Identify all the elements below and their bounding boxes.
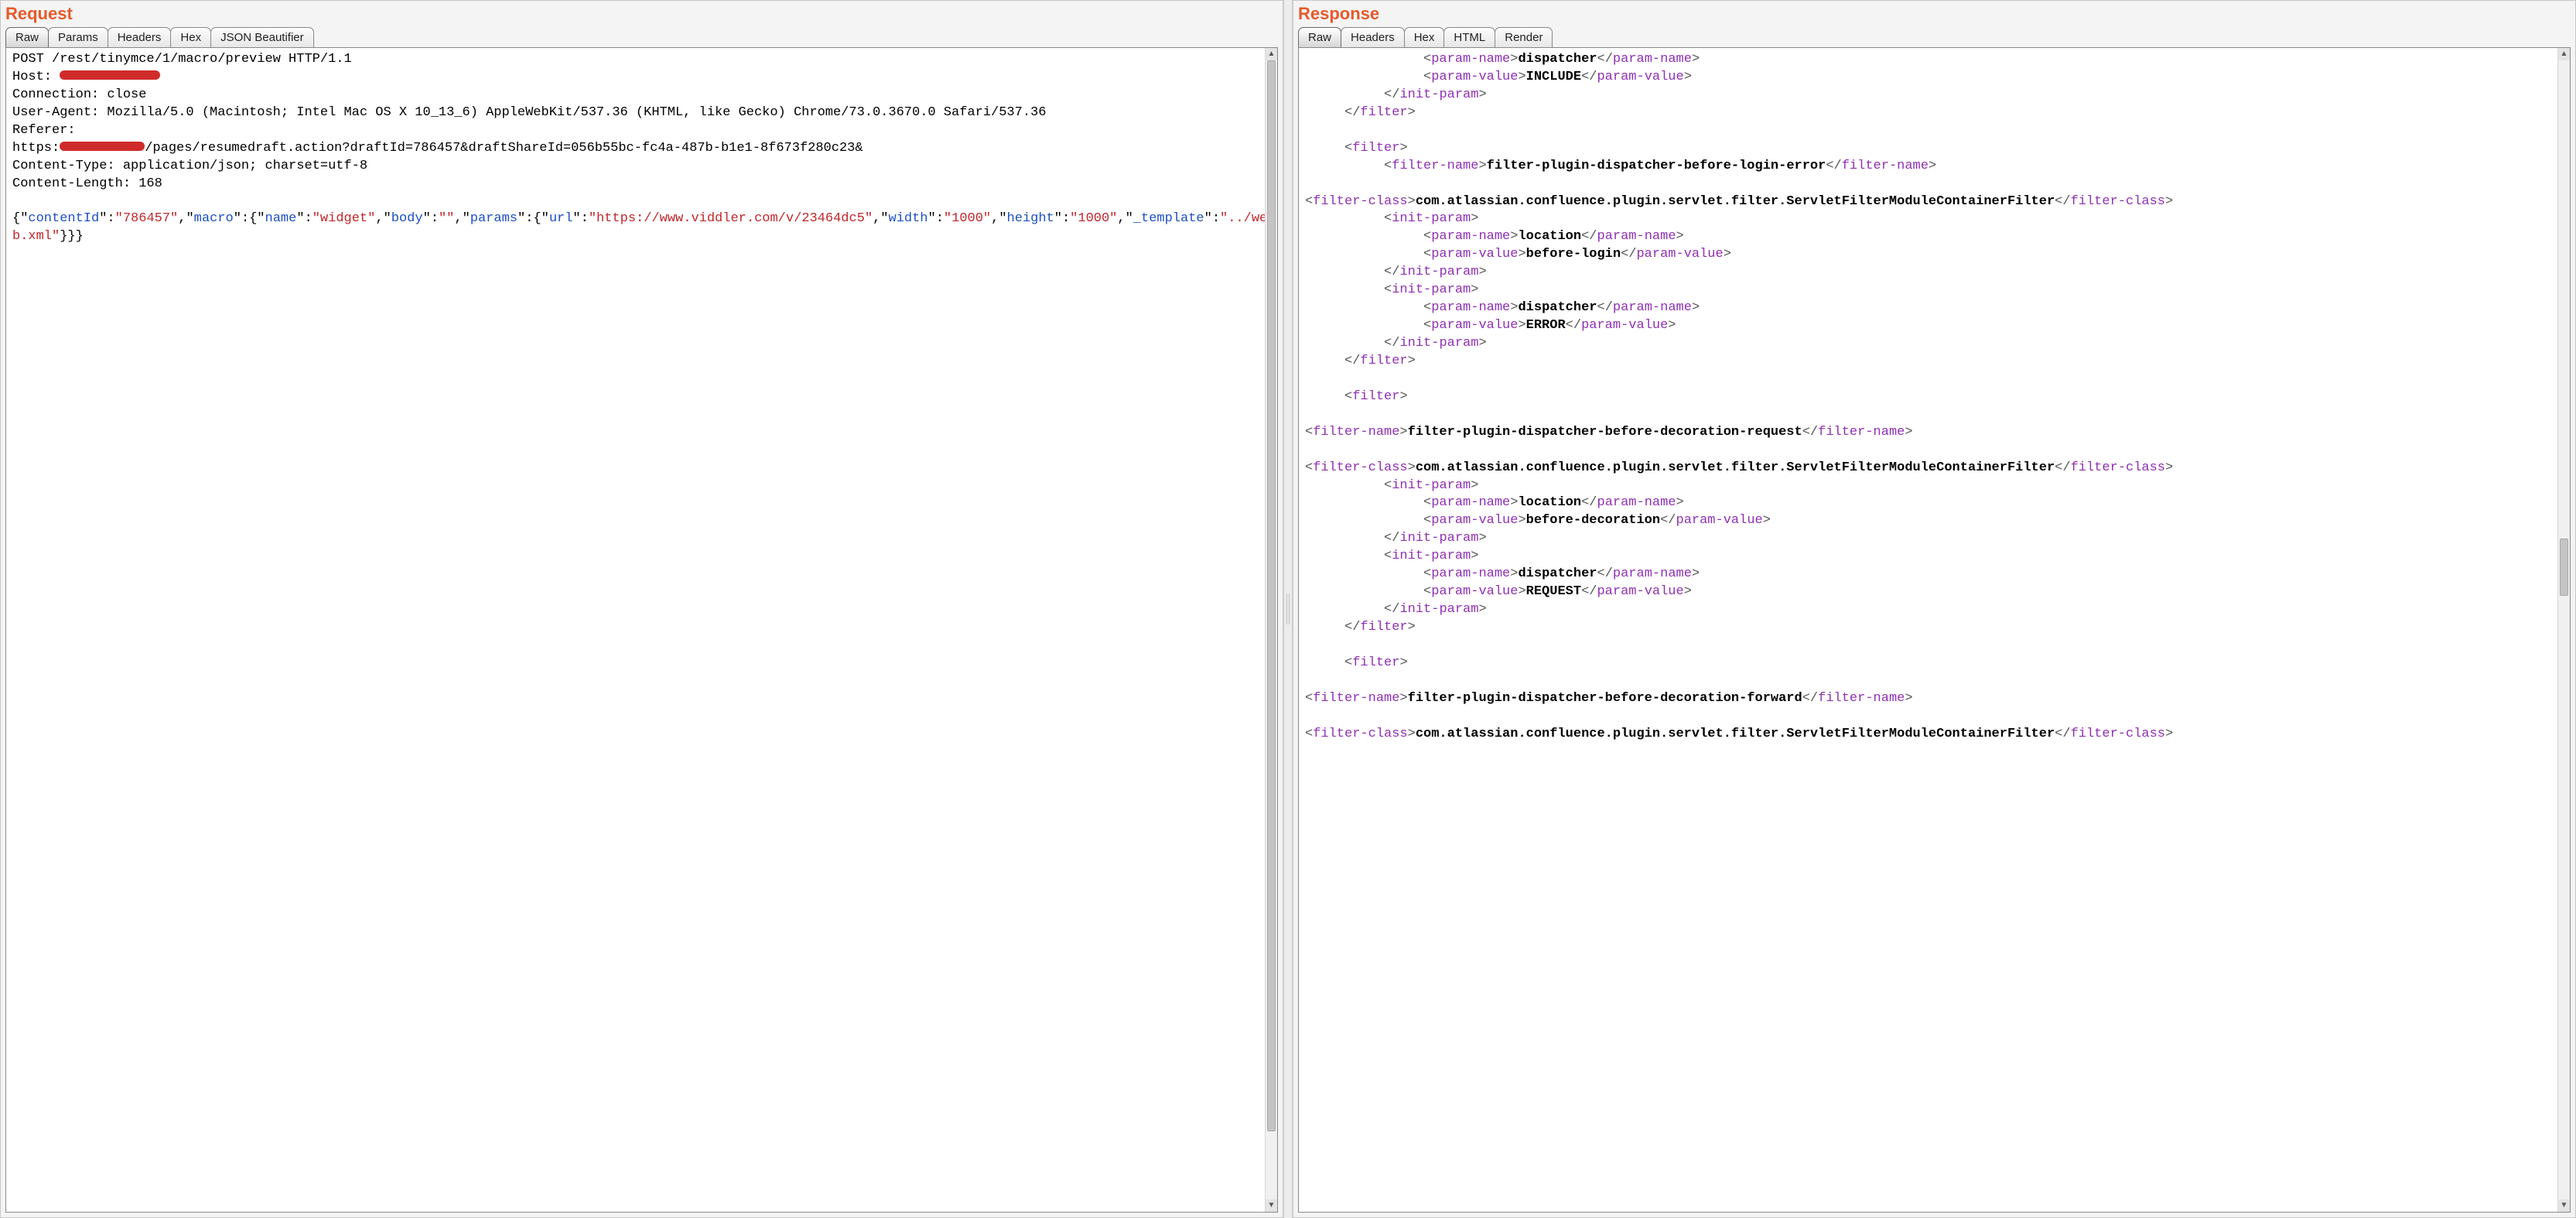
- response-scrollbar[interactable]: ▲ ▼: [2557, 48, 2570, 1212]
- scroll-down-arrow-icon[interactable]: ▼: [1266, 1199, 1277, 1212]
- response-tab-html[interactable]: HTML: [1443, 27, 1495, 47]
- split-container: Request Raw Params Headers Hex JSON Beau…: [0, 0, 2576, 1218]
- request-raw-text[interactable]: POST /rest/tinymce/1/macro/preview HTTP/…: [6, 48, 1277, 249]
- redacted-host: [60, 70, 160, 80]
- redacted-referer-host: [60, 142, 145, 151]
- response-panel: Response Raw Headers Hex HTML Render <pa…: [1293, 0, 2576, 1218]
- request-tab-headers[interactable]: Headers: [108, 27, 172, 47]
- response-content[interactable]: <param-name>dispatcher</param-name> <par…: [1298, 47, 2571, 1213]
- request-panel: Request Raw Params Headers Hex JSON Beau…: [0, 0, 1283, 1218]
- scroll-up-arrow-icon[interactable]: ▲: [2558, 48, 2570, 60]
- request-title: Request: [1, 1, 1283, 26]
- response-tab-hex[interactable]: Hex: [1404, 27, 1445, 47]
- response-title: Response: [1293, 1, 2575, 26]
- request-tab-hex[interactable]: Hex: [170, 27, 211, 47]
- request-scrollbar[interactable]: ▲ ▼: [1265, 48, 1277, 1212]
- response-tabs: Raw Headers Hex HTML Render: [1293, 26, 2575, 47]
- scroll-down-arrow-icon[interactable]: ▼: [2558, 1199, 2570, 1212]
- request-tabs: Raw Params Headers Hex JSON Beautifier: [1, 26, 1283, 47]
- request-content[interactable]: POST /rest/tinymce/1/macro/preview HTTP/…: [5, 47, 1278, 1213]
- request-tab-jsonbeautifier[interactable]: JSON Beautifier: [210, 27, 314, 47]
- response-raw-text[interactable]: <param-name>dispatcher</param-name> <par…: [1299, 48, 2570, 747]
- request-tab-raw[interactable]: Raw: [5, 27, 49, 47]
- response-tab-raw[interactable]: Raw: [1298, 27, 1341, 47]
- request-scroll-thumb[interactable]: [1267, 60, 1276, 1131]
- request-tab-params[interactable]: Params: [48, 27, 108, 47]
- scroll-up-arrow-icon[interactable]: ▲: [1266, 48, 1277, 60]
- response-scroll-thumb[interactable]: [2560, 539, 2568, 596]
- panel-divider[interactable]: [1283, 0, 1293, 1218]
- response-tab-headers[interactable]: Headers: [1341, 27, 1405, 47]
- response-tab-render[interactable]: Render: [1495, 27, 1553, 47]
